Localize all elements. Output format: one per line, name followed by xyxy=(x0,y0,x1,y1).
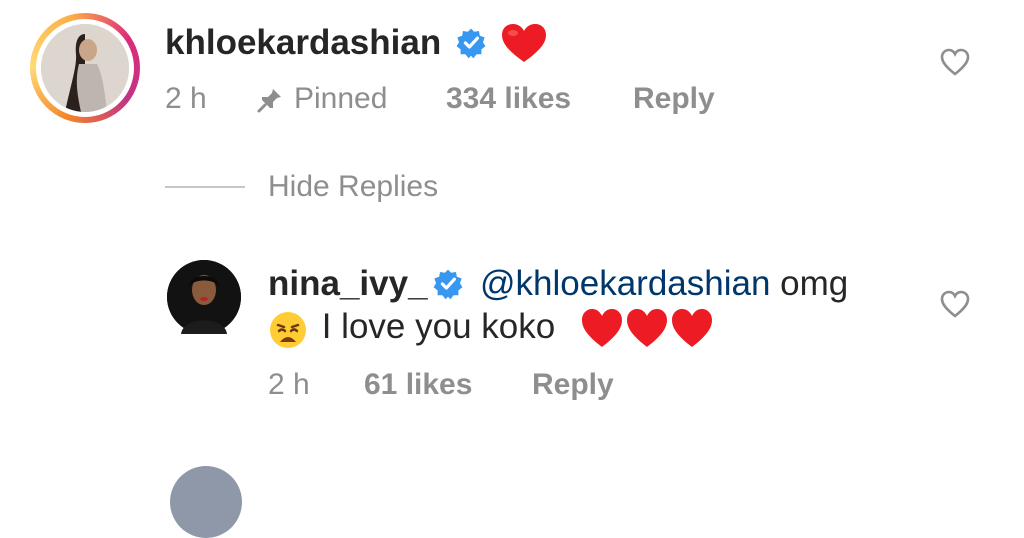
reply-text-line2: I love you koko xyxy=(312,307,565,346)
verified-badge-icon xyxy=(433,269,463,300)
heart-outline-icon[interactable] xyxy=(940,290,970,318)
reply-text-line1: @khloekardashian omg xyxy=(480,266,848,301)
weary-face-emoji xyxy=(270,312,306,348)
reply-text-omg: omg xyxy=(770,264,849,303)
avatar[interactable] xyxy=(41,24,129,112)
red-hearts-emoji xyxy=(582,309,712,347)
red-heart-emoji xyxy=(502,24,546,62)
reply-avatar-image xyxy=(167,260,241,334)
reply-reply-button[interactable]: Reply xyxy=(532,370,614,400)
pin-icon xyxy=(257,89,281,113)
reply-timestamp: 2 h xyxy=(268,368,310,401)
pinned-label: Pinned xyxy=(294,82,388,115)
reply-username[interactable]: nina_ivy_ xyxy=(268,266,428,301)
avatar-image xyxy=(41,24,129,112)
replies-divider xyxy=(165,186,245,188)
comment-reply-button[interactable]: Reply xyxy=(633,84,715,114)
verified-badge-icon xyxy=(456,28,486,59)
reply-avatar[interactable] xyxy=(167,260,241,334)
hide-replies-button[interactable]: Hide Replies xyxy=(268,170,438,204)
heart-outline-icon[interactable] xyxy=(940,48,970,76)
comment-username[interactable]: khloekardashian xyxy=(165,25,441,60)
comment-likes-count[interactable]: 334 likes xyxy=(446,84,571,114)
mention-link[interactable]: @khloekardashian xyxy=(480,264,770,303)
next-comment-avatar[interactable] xyxy=(170,466,242,538)
comment-timestamp: 2 h xyxy=(165,82,207,115)
reply-likes-count[interactable]: 61 likes xyxy=(364,370,472,400)
